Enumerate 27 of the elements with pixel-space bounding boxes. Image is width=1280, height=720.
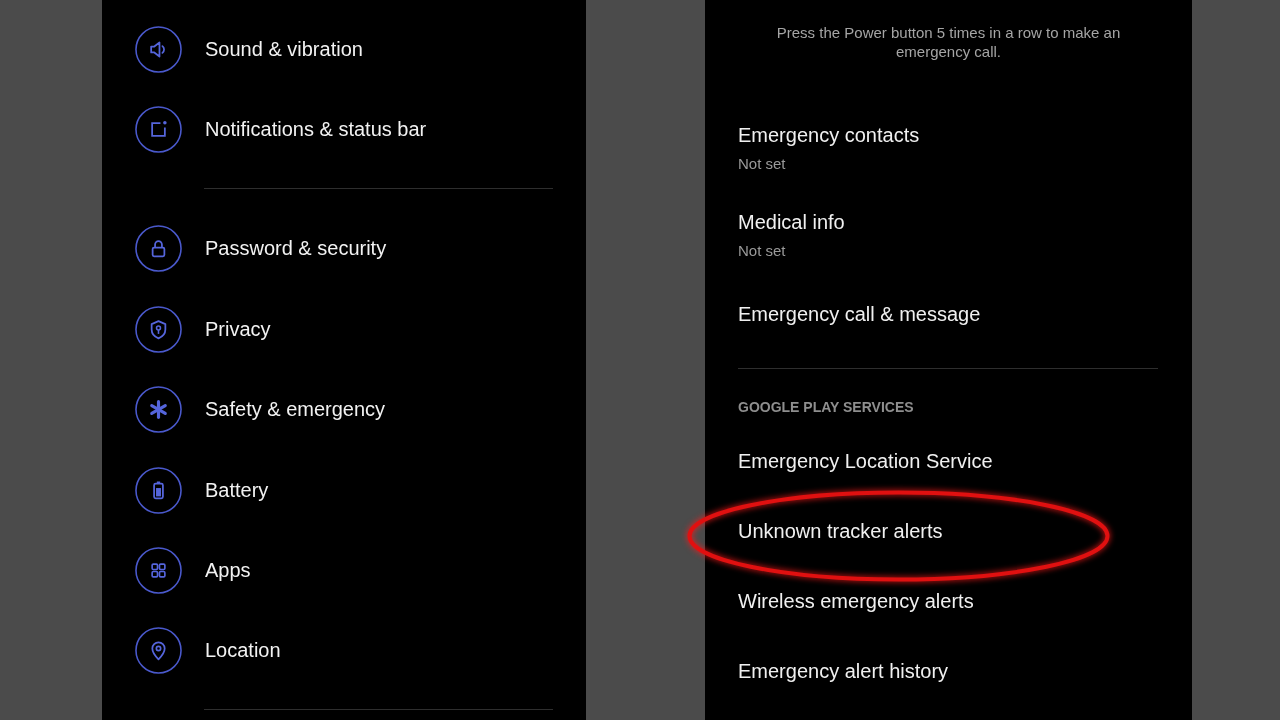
notification-icon: [135, 106, 182, 154]
setting-summary: Not set: [738, 154, 786, 174]
shield-icon: [135, 305, 182, 353]
setting-summary: Not set: [738, 241, 786, 261]
settings-item[interactable]: Emergency Location Service: [738, 449, 993, 473]
settings-item[interactable]: Safety & emergency: [135, 386, 386, 434]
settings-item[interactable]: Emergency alert history: [738, 659, 949, 683]
grid-icon: [135, 547, 182, 595]
battery-icon: [135, 466, 182, 514]
section-header: GOOGLE PLAY SERVICES: [738, 398, 914, 417]
settings-item[interactable]: Privacy: [135, 305, 271, 353]
speaker-icon: [135, 25, 182, 73]
settings-item[interactable]: Password & security: [135, 225, 387, 273]
settings-item[interactable]: Sound & vibration: [135, 25, 363, 73]
settings-item[interactable]: Emergency contacts Not set: [738, 123, 920, 174]
settings-item[interactable]: Apps: [135, 547, 251, 595]
settings-item[interactable]: Medical info Not set: [738, 210, 845, 261]
lock-icon: [135, 225, 182, 273]
asterisk-icon: [135, 386, 182, 434]
info-text: Press the Power button 5 times in a row to make an emergency call.: [775, 23, 1122, 61]
settings-item[interactable]: Battery: [135, 466, 269, 514]
settings-item[interactable]: Location: [135, 627, 281, 675]
settings-item[interactable]: Emergency call & message: [738, 302, 981, 326]
location-pin-icon: [135, 627, 182, 675]
settings-item[interactable]: Unknown tracker alerts: [738, 519, 943, 543]
settings-item[interactable]: Wireless emergency alerts: [738, 589, 974, 613]
settings-item[interactable]: Notifications & status bar: [135, 106, 427, 154]
